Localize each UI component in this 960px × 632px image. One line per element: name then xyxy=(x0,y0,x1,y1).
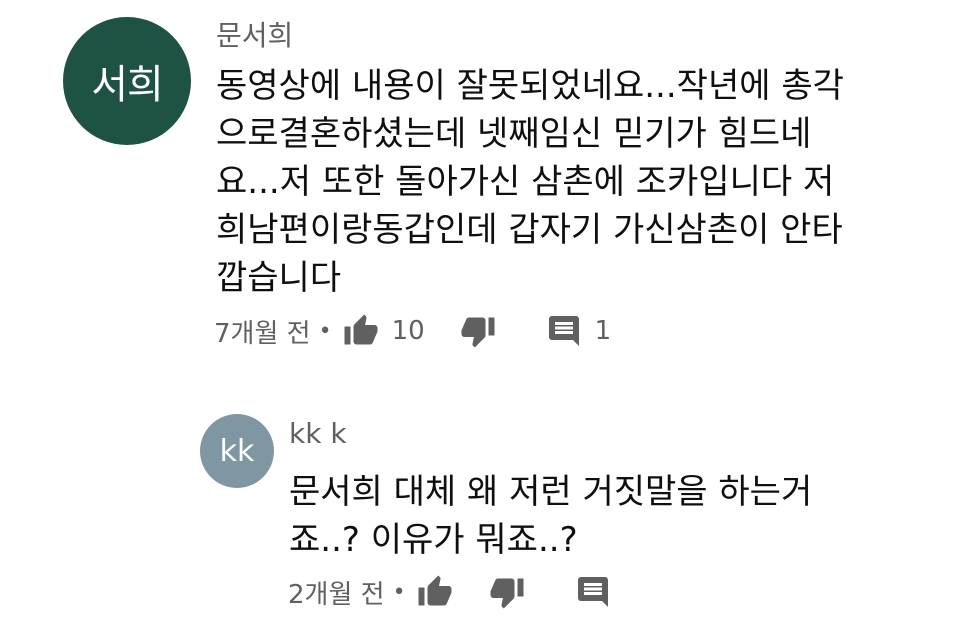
reply-count: 1 xyxy=(594,316,612,346)
comment-author[interactable]: 문서희 xyxy=(216,14,293,54)
thumb-up-icon xyxy=(342,313,380,349)
thumb-down-icon xyxy=(488,574,526,610)
dislike-button[interactable] xyxy=(488,574,526,610)
comment-text-line: 희남편이랑동갑인데 갑자기 가신삼촌이 안타 xyxy=(216,210,843,250)
reply-button[interactable]: 1 xyxy=(545,313,612,349)
comment-author[interactable]: kk k xyxy=(289,417,347,450)
like-button[interactable] xyxy=(416,574,454,610)
comment-icon xyxy=(545,313,583,349)
comment-text-line: 으로결혼하셨는데 넷째임신 믿기가 힘드네 xyxy=(216,114,812,154)
comment-text-line: 문서희 대체 왜 저런 거짓말을 하는거 xyxy=(289,472,813,512)
comment-text-line: 죠..? 이유가 뭐죠..? xyxy=(289,520,578,560)
thumb-up-icon xyxy=(416,574,454,610)
dislike-button[interactable] xyxy=(459,313,497,349)
avatar[interactable]: kk xyxy=(200,414,274,488)
comment-text-line: 동영상에 내용이 잘못되었네요...작년에 총각 xyxy=(216,66,844,106)
comment-actions: 2개월 전 • xyxy=(288,572,612,612)
comment-text-line: 깝습니다 xyxy=(216,258,342,298)
comment-timestamp[interactable]: 7개월 전 xyxy=(214,313,311,350)
comment-text: 동영상에 내용이 잘못되었네요...작년에 총각 으로결혼하셨는데 넷째임신 믿… xyxy=(216,62,844,302)
separator-dot: • xyxy=(318,318,332,344)
avatar-initials: kk xyxy=(219,433,255,469)
comment-text: 문서희 대체 왜 저런 거짓말을 하는거 죠..? 이유가 뭐죠..? xyxy=(289,468,812,564)
reply-button[interactable] xyxy=(574,574,612,610)
comment-actions: 7개월 전 • 10 1 xyxy=(214,311,611,351)
like-button[interactable]: 10 xyxy=(342,313,425,349)
thumb-down-icon xyxy=(459,313,497,349)
separator-dot: • xyxy=(392,579,406,605)
comment-timestamp[interactable]: 2개월 전 xyxy=(288,574,385,611)
comment-icon xyxy=(574,574,612,610)
avatar-initials: 서희 xyxy=(91,62,164,108)
avatar[interactable]: 서희 xyxy=(63,17,191,145)
comment-text-line: 요...저 또한 돌아가신 삼촌에 조카입니다 저 xyxy=(216,162,835,202)
like-count: 10 xyxy=(391,316,425,346)
